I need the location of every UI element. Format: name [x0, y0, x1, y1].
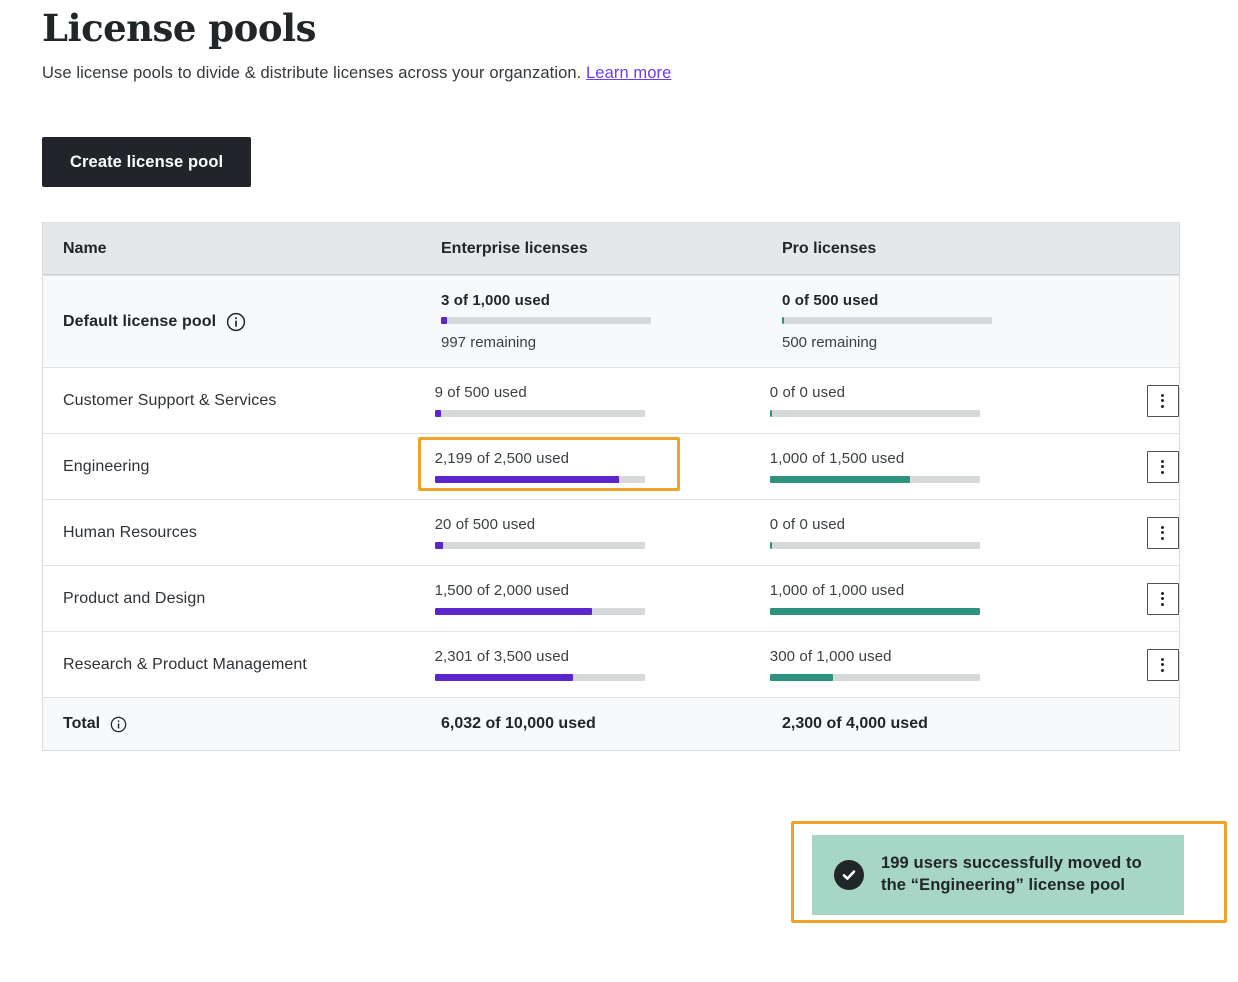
pro-usage-bar: [770, 674, 980, 681]
enterprise-usage-bar: [435, 476, 645, 483]
row-menu-button[interactable]: [1147, 649, 1179, 681]
pro-usage-label: 1,000 of 1,500 used: [770, 450, 998, 467]
row-menu-button[interactable]: [1147, 385, 1179, 417]
enterprise-usage-bar: [435, 674, 645, 681]
total-pro-used: 2,300 of 4,000 used: [782, 715, 1123, 733]
pro-usage-cell: 1,000 of 1,500 used: [770, 450, 998, 483]
total-label: Total: [63, 715, 100, 733]
pool-name: Human Resources: [63, 524, 197, 542]
enterprise-usage-cell: 1,500 of 2,000 used: [435, 582, 663, 615]
pro-usage-bar: [770, 542, 980, 549]
enterprise-usage-cell: 2,199 of 2,500 used: [435, 450, 663, 483]
total-enterprise-used: 6,032 of 10,000 used: [441, 715, 782, 733]
pro-usage-label: 300 of 1,000 used: [770, 648, 998, 665]
row-menu-button[interactable]: [1147, 583, 1179, 615]
table-row: Default license pool 3 of 1,000 used 997…: [43, 275, 1179, 367]
pro-usage-label: 0 of 500 used: [782, 292, 1010, 309]
pro-usage-bar: [770, 608, 980, 615]
enterprise-usage-bar: [441, 317, 651, 324]
table-header-row: Name Enterprise licenses Pro licenses: [43, 223, 1179, 275]
info-icon[interactable]: [226, 312, 246, 332]
enterprise-remaining-label: 997 remaining: [441, 334, 669, 351]
page-title: License pools: [42, 6, 316, 50]
license-pools-page: License pools Use license pools to divid…: [0, 0, 1238, 982]
enterprise-usage-label: 2,301 of 3,500 used: [435, 648, 663, 665]
enterprise-usage-cell: 20 of 500 used: [435, 516, 663, 549]
row-menu-button[interactable]: [1147, 451, 1179, 483]
table-row: Human Resources 20 of 500 used 0 of 0 us…: [43, 499, 1179, 565]
pro-usage-bar: [782, 317, 992, 324]
enterprise-usage-bar: [435, 542, 645, 549]
table-body: Default license pool 3 of 1,000 used 997…: [43, 275, 1179, 697]
enterprise-usage-label: 2,199 of 2,500 used: [435, 450, 663, 467]
enterprise-usage-label: 1,500 of 2,000 used: [435, 582, 663, 599]
learn-more-link[interactable]: Learn more: [586, 64, 671, 82]
row-menu-button[interactable]: [1147, 517, 1179, 549]
enterprise-usage-cell: 9 of 500 used: [435, 384, 663, 417]
toast-message: 199 users successfully moved to the “Eng…: [881, 853, 1164, 897]
column-header-name: Name: [43, 240, 441, 258]
table-row: Customer Support & Services 9 of 500 use…: [43, 367, 1179, 433]
pro-usage-label: 0 of 0 used: [770, 384, 998, 401]
table-row: Engineering 2,199 of 2,500 used 1,000 of…: [43, 433, 1179, 499]
license-pools-table: Name Enterprise licenses Pro licenses De…: [42, 222, 1180, 751]
total-row: Total 6,032 of 10,000 used 2,300 of 4,00…: [43, 697, 1179, 750]
pool-name: Research & Product Management: [63, 656, 307, 674]
pro-usage-cell: 300 of 1,000 used: [770, 648, 998, 681]
column-header-pro: Pro licenses: [782, 240, 1123, 258]
subtitle-text: Use license pools to divide & distribute…: [42, 64, 581, 82]
check-circle-icon: [834, 860, 864, 890]
enterprise-usage-label: 3 of 1,000 used: [441, 292, 669, 309]
pro-usage-cell: 0 of 0 used: [770, 516, 998, 549]
table-row: Research & Product Management 2,301 of 3…: [43, 631, 1179, 697]
pro-usage-bar: [770, 476, 980, 483]
enterprise-usage-label: 20 of 500 used: [435, 516, 663, 533]
column-header-enterprise: Enterprise licenses: [441, 240, 782, 258]
enterprise-usage-label: 9 of 500 used: [435, 384, 663, 401]
create-license-pool-button[interactable]: Create license pool: [42, 137, 251, 187]
enterprise-usage-bar: [435, 410, 645, 417]
enterprise-usage-cell: 3 of 1,000 used 997 remaining: [441, 292, 669, 351]
pool-name: Customer Support & Services: [63, 392, 276, 410]
pro-usage-bar: [770, 410, 980, 417]
pro-usage-cell: 0 of 500 used 500 remaining: [782, 292, 1010, 351]
info-icon[interactable]: [110, 716, 127, 733]
pro-usage-label: 1,000 of 1,000 used: [770, 582, 998, 599]
success-toast: 199 users successfully moved to the “Eng…: [812, 835, 1184, 915]
pro-usage-cell: 1,000 of 1,000 used: [770, 582, 998, 615]
enterprise-usage-cell: 2,301 of 3,500 used: [435, 648, 663, 681]
pro-usage-cell: 0 of 0 used: [770, 384, 998, 417]
table-row: Product and Design 1,500 of 2,000 used 1…: [43, 565, 1179, 631]
pool-name: Engineering: [63, 458, 150, 476]
pro-remaining-label: 500 remaining: [782, 334, 1010, 351]
pool-name: Product and Design: [63, 590, 205, 608]
enterprise-usage-bar: [435, 608, 645, 615]
pool-name: Default license pool: [63, 313, 216, 331]
pro-usage-label: 0 of 0 used: [770, 516, 998, 533]
page-subtitle: Use license pools to divide & distribute…: [42, 64, 671, 83]
